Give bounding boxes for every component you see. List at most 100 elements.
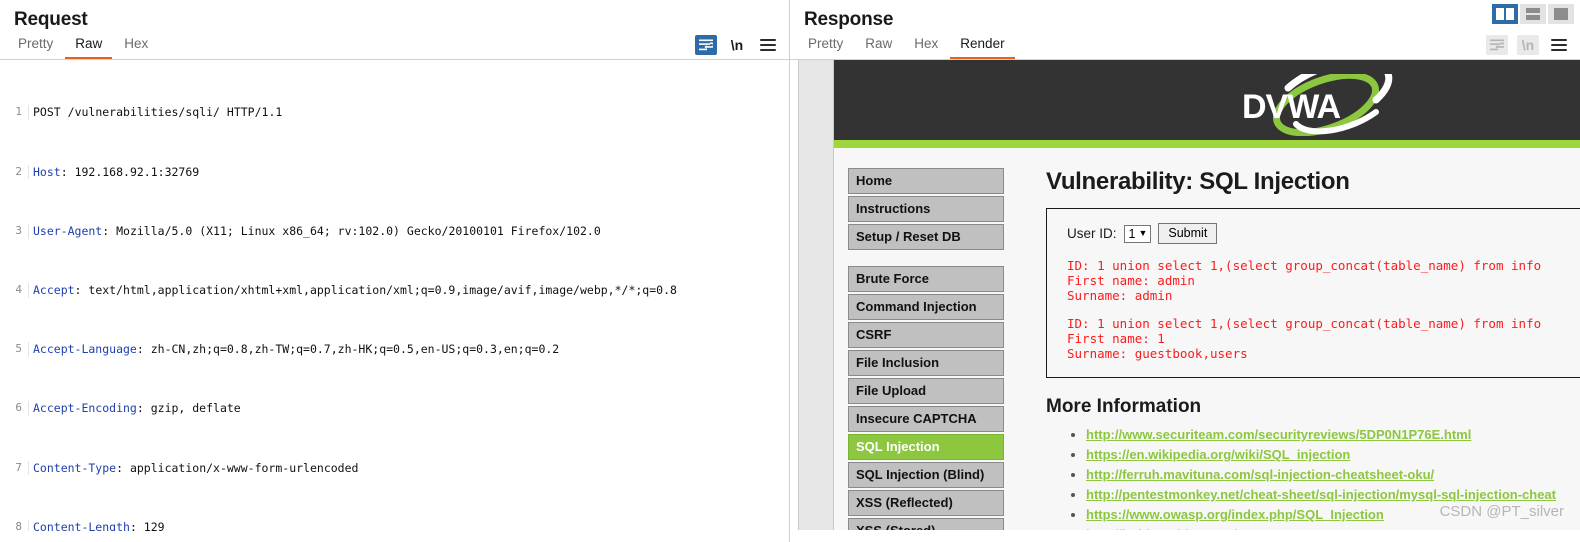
more-info-link[interactable]: http://www.securiteam.com/securityreview…: [1086, 427, 1471, 442]
render-left-gutter: [790, 60, 799, 530]
line-content: Host: 192.168.92.1:32769: [28, 164, 789, 180]
more-info-link[interactable]: https://en.wikipedia.org/wiki/SQL_inject…: [1086, 447, 1350, 462]
user-id-form: User ID: 1 ▼ Submit: [1067, 223, 1580, 244]
sidebar-item-setup-reset-db[interactable]: Setup / Reset DB: [848, 224, 1004, 250]
sidebar-item-xss-reflected[interactable]: XSS (Reflected): [848, 490, 1004, 516]
submit-button[interactable]: Submit: [1158, 223, 1218, 244]
sidebar-item-insecure-captcha[interactable]: Insecure CAPTCHA: [848, 406, 1004, 432]
sidebar-item-csrf[interactable]: CSRF: [848, 322, 1004, 348]
request-panel-title: Request: [14, 9, 88, 30]
dvwa-accent-bar: [834, 140, 1580, 148]
newline-label: \n: [1521, 37, 1535, 53]
code-line: 5 Accept-Language: zh-CN,zh;q=0.8,zh-TW;…: [0, 342, 789, 357]
list-item: http://www.securiteam.com/securityreview…: [1086, 426, 1580, 444]
burp-suite-window: Request Pretty Raw Hex \n 1 POST /vulner…: [0, 0, 1580, 542]
line-content: Accept-Language: zh-CN,zh;q=0.8,zh-TW;q=…: [28, 342, 789, 357]
sidebar-item-command-injection[interactable]: Command Injection: [848, 294, 1004, 320]
line-number: 5: [15, 342, 22, 356]
tab-response-pretty[interactable]: Pretty: [798, 34, 853, 59]
result-id-line: ID: 1 union select 1,(select group_conca…: [1067, 258, 1542, 273]
request-path: /vulnerabilities/sqli/: [67, 105, 220, 120]
line-number: 7: [15, 460, 22, 474]
layout-switch-group: [1492, 4, 1574, 24]
request-menu-icon[interactable]: [757, 35, 779, 55]
response-panel: Response Pretty Raw Hex Render \n DVWA H…: [790, 0, 1580, 542]
line-content: Content-Length: 129: [28, 519, 789, 531]
page-title: Vulnerability: SQL Injection: [1046, 168, 1350, 195]
line-number: 1: [15, 105, 22, 119]
list-item: https://www.owasp.org/index.php/SQL_Inje…: [1086, 506, 1580, 524]
sidebar-item-sql-injection-blind[interactable]: SQL Injection (Blind): [848, 462, 1004, 488]
layout-horizontal-split-button[interactable]: [1520, 4, 1546, 24]
user-id-select[interactable]: 1 ▼: [1123, 224, 1152, 243]
request-raw-view[interactable]: 1 POST /vulnerabilities/sqli/ HTTP/1.1 2…: [0, 60, 789, 531]
tab-response-hex[interactable]: Hex: [904, 34, 948, 59]
sidebar-item-sql-injection[interactable]: SQL Injection: [848, 434, 1004, 460]
list-item: http://ferruh.mavituna.com/sql-injection…: [1086, 466, 1580, 484]
request-scrollbar[interactable]: [783, 61, 789, 531]
dvwa-logo-icon: DVWA: [1242, 74, 1393, 136]
header-value: Mozilla/5.0 (X11; Linux x86_64; rv:102.0…: [116, 223, 601, 238]
layout-vertical-split-button[interactable]: [1492, 4, 1518, 24]
result-surname: Surname: admin: [1067, 288, 1173, 303]
tab-response-render[interactable]: Render: [950, 34, 1015, 59]
header-value: 129: [143, 519, 165, 531]
result-first-name: First name: 1: [1067, 331, 1165, 346]
result-first-name: First name: admin: [1067, 273, 1195, 288]
line-content: Content-Type: application/x-www-form-url…: [28, 460, 789, 476]
response-menu-icon[interactable]: [1548, 35, 1570, 55]
header-name: Accept-Language: [33, 342, 137, 357]
dvwa-sidebar: Home Instructions Setup / Reset DB Brute…: [834, 168, 1004, 530]
sidebar-item-brute-force[interactable]: Brute Force: [848, 266, 1004, 292]
line-content: Accept: text/html,application/xhtml+xml,…: [28, 282, 789, 298]
list-item: https://en.wikipedia.org/wiki/SQL_inject…: [1086, 446, 1580, 464]
line-content: POST /vulnerabilities/sqli/ HTTP/1.1: [28, 105, 789, 121]
result-surname: Surname: guestbook,users: [1067, 346, 1248, 361]
header-name: Content-Type: [33, 460, 117, 475]
line-number: 2: [15, 164, 22, 178]
more-information-heading: More Information: [1046, 396, 1202, 417]
more-info-link[interactable]: http://pentestmonkey.net/cheat-sheet/sql…: [1086, 487, 1556, 502]
layout-single-pane-button[interactable]: [1548, 4, 1574, 24]
sidebar-item-file-inclusion[interactable]: File Inclusion: [848, 350, 1004, 376]
dvwa-page: DVWA Home Instructions Setup / Reset DB …: [834, 60, 1580, 530]
code-line: 1 POST /vulnerabilities/sqli/ HTTP/1.1: [0, 105, 789, 121]
tab-response-raw[interactable]: Raw: [855, 34, 902, 59]
sidebar-item-xss-stored[interactable]: XSS (Stored): [848, 518, 1004, 530]
dvwa-main-content: Vulnerability: SQL Injection User ID: 1 …: [1004, 168, 1580, 530]
line-content: User-Agent: Mozilla/5.0 (X11; Linux x86_…: [28, 223, 789, 239]
request-toolbar: \n: [695, 35, 779, 55]
sidebar-item-home[interactable]: Home: [848, 168, 1004, 194]
line-number: 3: [15, 223, 22, 237]
tab-request-hex[interactable]: Hex: [114, 34, 158, 59]
header-name: Content-Length: [33, 519, 130, 531]
request-panel: Request Pretty Raw Hex \n 1 POST /vulner…: [0, 0, 790, 542]
word-wrap-icon[interactable]: [695, 35, 717, 55]
newline-icon[interactable]: \n: [726, 35, 748, 55]
sidebar-divider: [848, 252, 1004, 266]
sidebar-item-instructions[interactable]: Instructions: [848, 196, 1004, 222]
request-code: 1 POST /vulnerabilities/sqli/ HTTP/1.1 2…: [0, 61, 789, 531]
list-item: http://bobby-tables.com/: [1086, 526, 1580, 530]
code-line: 7 Content-Type: application/x-www-form-u…: [0, 460, 789, 476]
header-value: 192.168.92.1:32769: [74, 164, 200, 179]
code-line: 8 Content-Length: 129: [0, 519, 789, 531]
chevron-down-icon: ▼: [1138, 228, 1148, 238]
more-information-list: http://www.securiteam.com/securityreview…: [1046, 426, 1580, 530]
header-value: application/x-www-form-urlencoded: [129, 460, 359, 475]
code-line: 4 Accept: text/html,application/xhtml+xm…: [0, 282, 789, 298]
header-name: User-Agent: [33, 223, 103, 238]
tab-request-raw[interactable]: Raw: [65, 34, 113, 59]
sqli-result-record: ID: 1 union select 1,(select group_conca…: [1067, 316, 1580, 361]
sidebar-item-file-upload[interactable]: File Upload: [848, 378, 1004, 404]
tab-request-pretty[interactable]: Pretty: [8, 34, 63, 59]
code-line: 3 User-Agent: Mozilla/5.0 (X11; Linux x8…: [0, 223, 789, 239]
render-scroll-column[interactable]: [799, 60, 834, 530]
line-number: 4: [15, 282, 22, 296]
response-tabbar: Pretty Raw Hex Render \n: [790, 31, 1580, 60]
more-info-link[interactable]: http://bobby-tables.com/: [1086, 527, 1237, 530]
more-info-link[interactable]: https://www.owasp.org/index.php/SQL_Inje…: [1086, 507, 1384, 522]
line-number: 6: [15, 401, 22, 415]
more-info-link[interactable]: http://ferruh.mavituna.com/sql-injection…: [1086, 467, 1434, 482]
list-item: http://pentestmonkey.net/cheat-sheet/sql…: [1086, 486, 1580, 504]
